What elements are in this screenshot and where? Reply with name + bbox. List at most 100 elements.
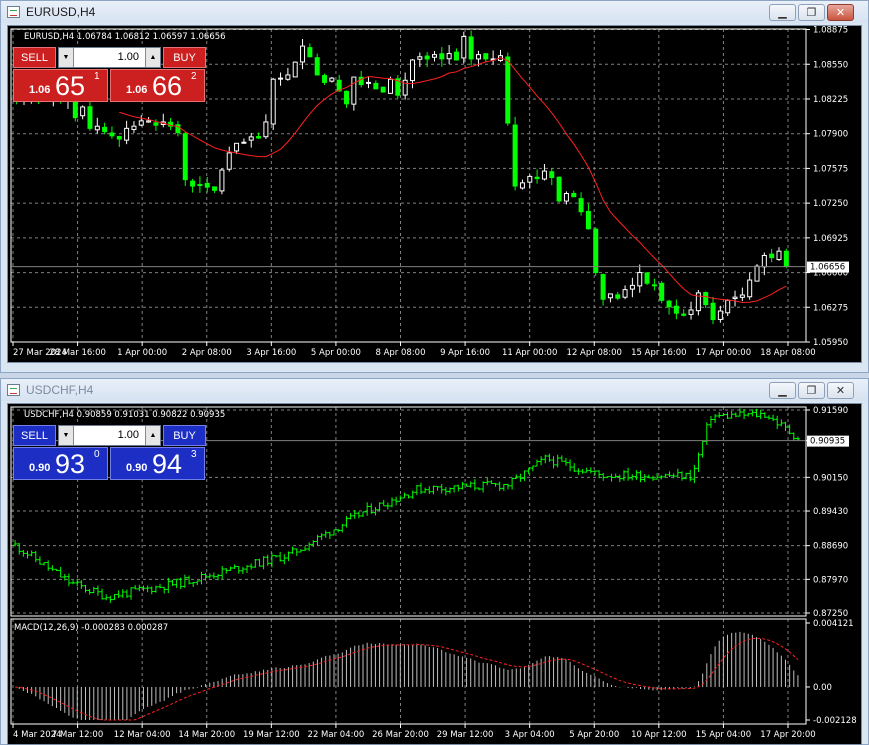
macd-signal-line: [15, 637, 799, 721]
buy-price-fraction: 3: [191, 449, 197, 460]
window-title: EURUSD,H4: [26, 5, 96, 19]
candle-body: [747, 279, 753, 298]
candle-body: [754, 265, 760, 282]
time-axis-label: 19 Mar 12:00: [243, 730, 300, 740]
candle-body: [256, 136, 262, 139]
candle-body: [307, 47, 313, 58]
sell-price-box[interactable]: 1.06 65 1: [13, 69, 108, 102]
time-axis-label: 26 Mar 20:00: [372, 730, 429, 740]
candle-body: [717, 310, 723, 320]
buy-button[interactable]: BUY: [163, 425, 206, 446]
candle-body: [270, 78, 276, 125]
macd-axis-label: 0.00: [813, 683, 832, 693]
current-price-label: 1.06656: [810, 263, 845, 273]
time-axis-label: 5 Apr 20:00: [569, 730, 619, 740]
time-axis-label: 22 Mar 04:00: [308, 730, 365, 740]
price-axis-label: 0.90150: [813, 473, 848, 483]
sell-button[interactable]: SELL: [13, 47, 56, 68]
candle-body: [593, 228, 599, 274]
time-axis-label: 3 Apr 04:00: [505, 730, 555, 740]
candle-body: [776, 250, 782, 261]
current-price-label: 0.90935: [810, 437, 845, 447]
candle-body: [373, 82, 379, 90]
time-axis-label: 18 Apr 08:00: [760, 348, 815, 358]
candle-body: [116, 135, 122, 140]
time-axis-label: 29 Mar 12:00: [437, 730, 494, 740]
candle-body: [424, 55, 430, 60]
candle-body: [534, 176, 540, 180]
candle-body: [409, 59, 415, 82]
lot-size-value[interactable]: 1.00: [74, 48, 145, 67]
candle-body: [468, 36, 474, 60]
window-titlebar[interactable]: USDCHF,H4 ▁ ❐ ✕: [1, 379, 868, 401]
candle-body: [761, 254, 767, 268]
buy-price-pips: 66: [152, 71, 183, 101]
sell-price-box[interactable]: 0.90 93 0: [13, 447, 108, 480]
window-titlebar[interactable]: EURUSD,H4 ▁ ❐ ✕: [1, 1, 868, 23]
buy-button[interactable]: BUY: [163, 47, 206, 68]
candle-body: [241, 141, 247, 144]
candle-body: [226, 152, 232, 170]
chart-window-icon: [7, 6, 20, 18]
candle-body: [659, 282, 665, 301]
sell-button[interactable]: SELL: [13, 425, 56, 446]
candle-body: [102, 126, 108, 133]
price-axis-label: 0.88690: [813, 542, 848, 552]
time-axis-label: 17 Apr 20:00: [760, 730, 815, 740]
candle-body: [725, 299, 731, 314]
lot-size-spinner[interactable]: ▼ 1.00 ▲: [58, 47, 161, 68]
candle-body: [519, 182, 525, 189]
price-axis-label: 1.06275: [813, 303, 848, 313]
time-axis-label: 3 Apr 16:00: [246, 348, 296, 358]
restore-icon[interactable]: ❐: [798, 382, 825, 399]
candle-body: [446, 53, 452, 60]
lot-decrease-icon[interactable]: ▼: [59, 48, 74, 67]
candle-body: [431, 54, 437, 58]
time-axis-label: 15 Apr 16:00: [631, 348, 686, 358]
buy-price-box[interactable]: 1.06 66 2: [110, 69, 205, 102]
lot-decrease-icon[interactable]: ▼: [59, 426, 74, 445]
candle-body: [417, 56, 423, 60]
candle-body: [512, 124, 518, 187]
candle-body: [578, 198, 584, 213]
candle-body: [783, 250, 789, 267]
candle-body: [380, 86, 386, 93]
lot-increase-icon[interactable]: ▲: [145, 426, 160, 445]
candle-body: [475, 54, 481, 60]
candle-body: [710, 302, 716, 321]
close-icon[interactable]: ✕: [827, 4, 854, 21]
minimize-icon[interactable]: ▁: [769, 382, 796, 399]
candle-body: [637, 272, 643, 287]
candle-body: [527, 175, 533, 183]
sell-price-prefix: 0.90: [29, 462, 51, 474]
candle-body: [344, 90, 350, 105]
close-icon[interactable]: ✕: [827, 382, 854, 399]
price-axis-label: 1.07250: [813, 199, 848, 209]
candle-body: [549, 171, 555, 178]
candle-body: [366, 81, 372, 84]
price-axis-label: 1.05950: [813, 338, 848, 348]
candle-body: [87, 106, 93, 129]
lot-size-value[interactable]: 1.00: [74, 426, 145, 445]
candle-body: [292, 61, 298, 78]
lot-increase-icon[interactable]: ▲: [145, 48, 160, 67]
candle-body: [739, 294, 745, 298]
candle-body: [541, 170, 547, 180]
time-axis-label: 2 Apr 08:00: [182, 348, 232, 358]
candle-body: [703, 292, 709, 306]
candle-body: [248, 136, 254, 141]
restore-icon[interactable]: ❐: [798, 4, 825, 21]
time-axis-label: 14 Mar 20:00: [178, 730, 235, 740]
one-click-trading-panel: SELL ▼ 1.00 ▲ BUY 1.06 65 1 1.06 66 2: [13, 47, 206, 102]
lot-size-spinner[interactable]: ▼ 1.00 ▲: [58, 425, 161, 446]
candle-body: [571, 192, 577, 198]
candle-body: [505, 56, 511, 124]
buy-price-fraction: 2: [191, 71, 197, 82]
candle-body: [732, 296, 738, 300]
candle-body: [153, 122, 159, 126]
buy-price-box[interactable]: 0.90 94 3: [110, 447, 205, 480]
minimize-icon[interactable]: ▁: [769, 4, 796, 21]
time-axis-label: 7 Mar 12:00: [52, 730, 103, 740]
chart-window-icon: [7, 384, 20, 396]
candle-body: [204, 182, 210, 188]
